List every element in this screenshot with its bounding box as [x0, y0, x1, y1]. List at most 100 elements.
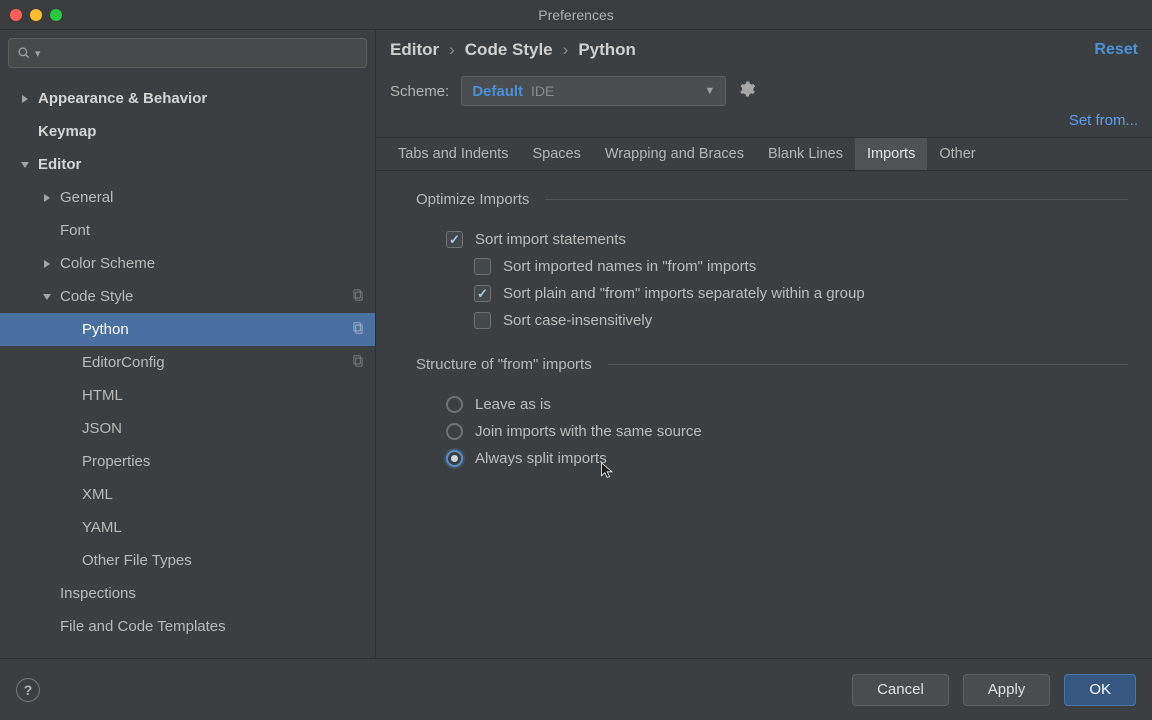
- crumb-python: Python: [578, 40, 636, 60]
- reset-link[interactable]: Reset: [1094, 41, 1138, 59]
- breadcrumb: Editor › Code Style › Python Reset: [376, 30, 1152, 70]
- tab-content: Optimize Imports Sort import statements …: [376, 171, 1152, 658]
- section-optimize-title: Optimize Imports: [416, 191, 529, 208]
- window-title: Preferences: [0, 7, 1152, 23]
- tree-item-appearance[interactable]: Appearance & Behavior: [0, 82, 375, 115]
- checkbox-icon[interactable]: [474, 312, 491, 329]
- option-join-imports[interactable]: Join imports with the same source: [390, 418, 1138, 445]
- footer: ? Cancel Apply OK: [0, 658, 1152, 720]
- chevron-right-icon: ›: [563, 40, 569, 60]
- radio-icon[interactable]: [446, 396, 463, 413]
- tab-imports[interactable]: Imports: [855, 138, 927, 170]
- tab-spaces[interactable]: Spaces: [520, 138, 592, 170]
- scheme-select[interactable]: Default IDE ▼: [461, 76, 726, 106]
- tree-label: Color Scheme: [60, 255, 155, 272]
- tree-item-inspections[interactable]: Inspections: [0, 577, 375, 610]
- divider: [545, 199, 1128, 200]
- project-override-icon: [351, 321, 365, 339]
- main-panel: Editor › Code Style › Python Reset Schem…: [376, 30, 1152, 658]
- tree-item-font[interactable]: Font: [0, 214, 375, 247]
- tree-item-editorconfig[interactable]: EditorConfig: [0, 346, 375, 379]
- tree-label: Inspections: [60, 585, 136, 602]
- option-label: Sort case-insensitively: [503, 312, 652, 329]
- option-label: Sort imported names in "from" imports: [503, 258, 756, 275]
- help-button[interactable]: ?: [16, 678, 40, 702]
- project-override-icon: [351, 288, 365, 306]
- divider: [608, 364, 1128, 365]
- tree-item-editor[interactable]: Editor: [0, 148, 375, 181]
- tree-label: JSON: [82, 420, 122, 437]
- tree-item-yaml[interactable]: YAML: [0, 511, 375, 544]
- tabs: Tabs and Indents Spaces Wrapping and Bra…: [376, 137, 1152, 171]
- tab-wrapping[interactable]: Wrapping and Braces: [593, 138, 756, 170]
- chevron-right-icon: ›: [449, 40, 455, 60]
- checkbox-icon[interactable]: [474, 285, 491, 302]
- tree-item-json[interactable]: JSON: [0, 412, 375, 445]
- chevron-down-icon: [18, 158, 32, 172]
- chevron-right-icon: [18, 92, 32, 106]
- chevron-down-icon: [40, 290, 54, 304]
- tree-label: YAML: [82, 519, 122, 536]
- checkbox-icon[interactable]: [474, 258, 491, 275]
- project-override-icon: [351, 354, 365, 372]
- checkbox-icon[interactable]: [446, 231, 463, 248]
- tree-label: Editor: [38, 156, 81, 173]
- tree-label: Other File Types: [82, 552, 192, 569]
- option-label: Always split imports: [475, 450, 607, 467]
- option-always-split[interactable]: Always split imports: [390, 445, 1138, 472]
- tree-label: Keymap: [38, 123, 96, 140]
- titlebar: Preferences: [0, 0, 1152, 30]
- tree-item-xml[interactable]: XML: [0, 478, 375, 511]
- tree-label: General: [60, 189, 113, 206]
- tree-label: XML: [82, 486, 113, 503]
- search-input-wrapper[interactable]: ▾: [8, 38, 367, 68]
- tree-label: HTML: [82, 387, 123, 404]
- tree-item-keymap[interactable]: Keymap: [0, 115, 375, 148]
- sidebar: ▾ Appearance & Behavior Keymap: [0, 30, 376, 658]
- option-sort-statements[interactable]: Sort import statements: [390, 226, 1138, 253]
- option-label: Join imports with the same source: [475, 423, 702, 440]
- option-leave-as-is[interactable]: Leave as is: [390, 391, 1138, 418]
- section-structure-title: Structure of "from" imports: [416, 356, 592, 373]
- scheme-name: Default: [472, 83, 523, 100]
- tree-label: Font: [60, 222, 90, 239]
- apply-button[interactable]: Apply: [963, 674, 1051, 706]
- option-label: Sort plain and "from" imports separately…: [503, 285, 865, 302]
- cancel-button[interactable]: Cancel: [852, 674, 949, 706]
- tree-label: EditorConfig: [82, 354, 165, 371]
- tab-blank-lines[interactable]: Blank Lines: [756, 138, 855, 170]
- tree-item-properties[interactable]: Properties: [0, 445, 375, 478]
- tree-label: Code Style: [60, 288, 133, 305]
- chevron-down-icon: ▾: [35, 47, 41, 60]
- option-label: Sort import statements: [475, 231, 626, 248]
- radio-icon[interactable]: [446, 423, 463, 440]
- crumb-code-style[interactable]: Code Style: [465, 40, 553, 60]
- ok-button[interactable]: OK: [1064, 674, 1136, 706]
- scheme-label: Scheme:: [390, 83, 449, 100]
- chevron-down-icon: ▼: [704, 85, 715, 97]
- tree-item-python[interactable]: Python: [0, 313, 375, 346]
- tree-label: Properties: [82, 453, 150, 470]
- tree-item-html[interactable]: HTML: [0, 379, 375, 412]
- set-from-link[interactable]: Set from...: [1069, 112, 1138, 129]
- tree-label: Python: [82, 321, 129, 338]
- tab-tabs-indents[interactable]: Tabs and Indents: [386, 138, 520, 170]
- option-label: Leave as is: [475, 396, 551, 413]
- tree-item-general[interactable]: General: [0, 181, 375, 214]
- search-input[interactable]: [47, 45, 358, 61]
- gear-icon[interactable]: [738, 80, 756, 102]
- option-sort-names[interactable]: Sort imported names in "from" imports: [390, 253, 1138, 280]
- option-sort-case[interactable]: Sort case-insensitively: [390, 307, 1138, 334]
- tree-item-other-file-types[interactable]: Other File Types: [0, 544, 375, 577]
- preferences-tree: Appearance & Behavior Keymap Editor: [0, 76, 375, 658]
- crumb-editor[interactable]: Editor: [390, 40, 439, 60]
- tree-label: Appearance & Behavior: [38, 90, 207, 107]
- search-icon: [17, 46, 31, 60]
- tree-item-code-style[interactable]: Code Style: [0, 280, 375, 313]
- tree-item-file-code-templates[interactable]: File and Code Templates: [0, 610, 375, 643]
- tree-label: File and Code Templates: [60, 618, 226, 635]
- option-sort-separately[interactable]: Sort plain and "from" imports separately…: [390, 280, 1138, 307]
- tree-item-color-scheme[interactable]: Color Scheme: [0, 247, 375, 280]
- radio-icon[interactable]: [446, 450, 463, 467]
- tab-other[interactable]: Other: [927, 138, 987, 170]
